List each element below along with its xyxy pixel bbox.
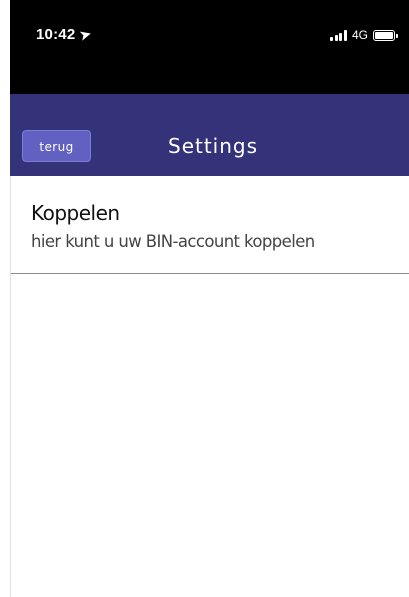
status-bar: 10:42 ➤ 4G bbox=[10, 0, 409, 94]
location-arrow-icon: ➤ bbox=[78, 25, 94, 44]
status-indicators: 4G bbox=[330, 28, 398, 42]
cellular-signal-icon bbox=[330, 29, 347, 41]
settings-item-subtitle: hier kunt u uw BIN-account koppelen bbox=[31, 232, 315, 251]
settings-list: Koppelen hier kunt u uw BIN-account kopp… bbox=[10, 176, 409, 597]
back-button[interactable]: terug bbox=[22, 130, 91, 162]
settings-item-title: Koppelen bbox=[31, 201, 120, 225]
app-screen: 10:42 ➤ 4G terug Settings Koppelen hier k… bbox=[0, 0, 409, 597]
settings-item-koppelen[interactable]: Koppelen hier kunt u uw BIN-account kopp… bbox=[11, 176, 409, 274]
status-time: 10:42 ➤ bbox=[36, 25, 94, 44]
battery-icon bbox=[373, 29, 398, 41]
network-type: 4G bbox=[351, 28, 368, 42]
status-time-text: 10:42 bbox=[36, 26, 76, 43]
navigation-bar: terug Settings bbox=[10, 94, 409, 176]
page-title: Settings bbox=[168, 134, 259, 158]
